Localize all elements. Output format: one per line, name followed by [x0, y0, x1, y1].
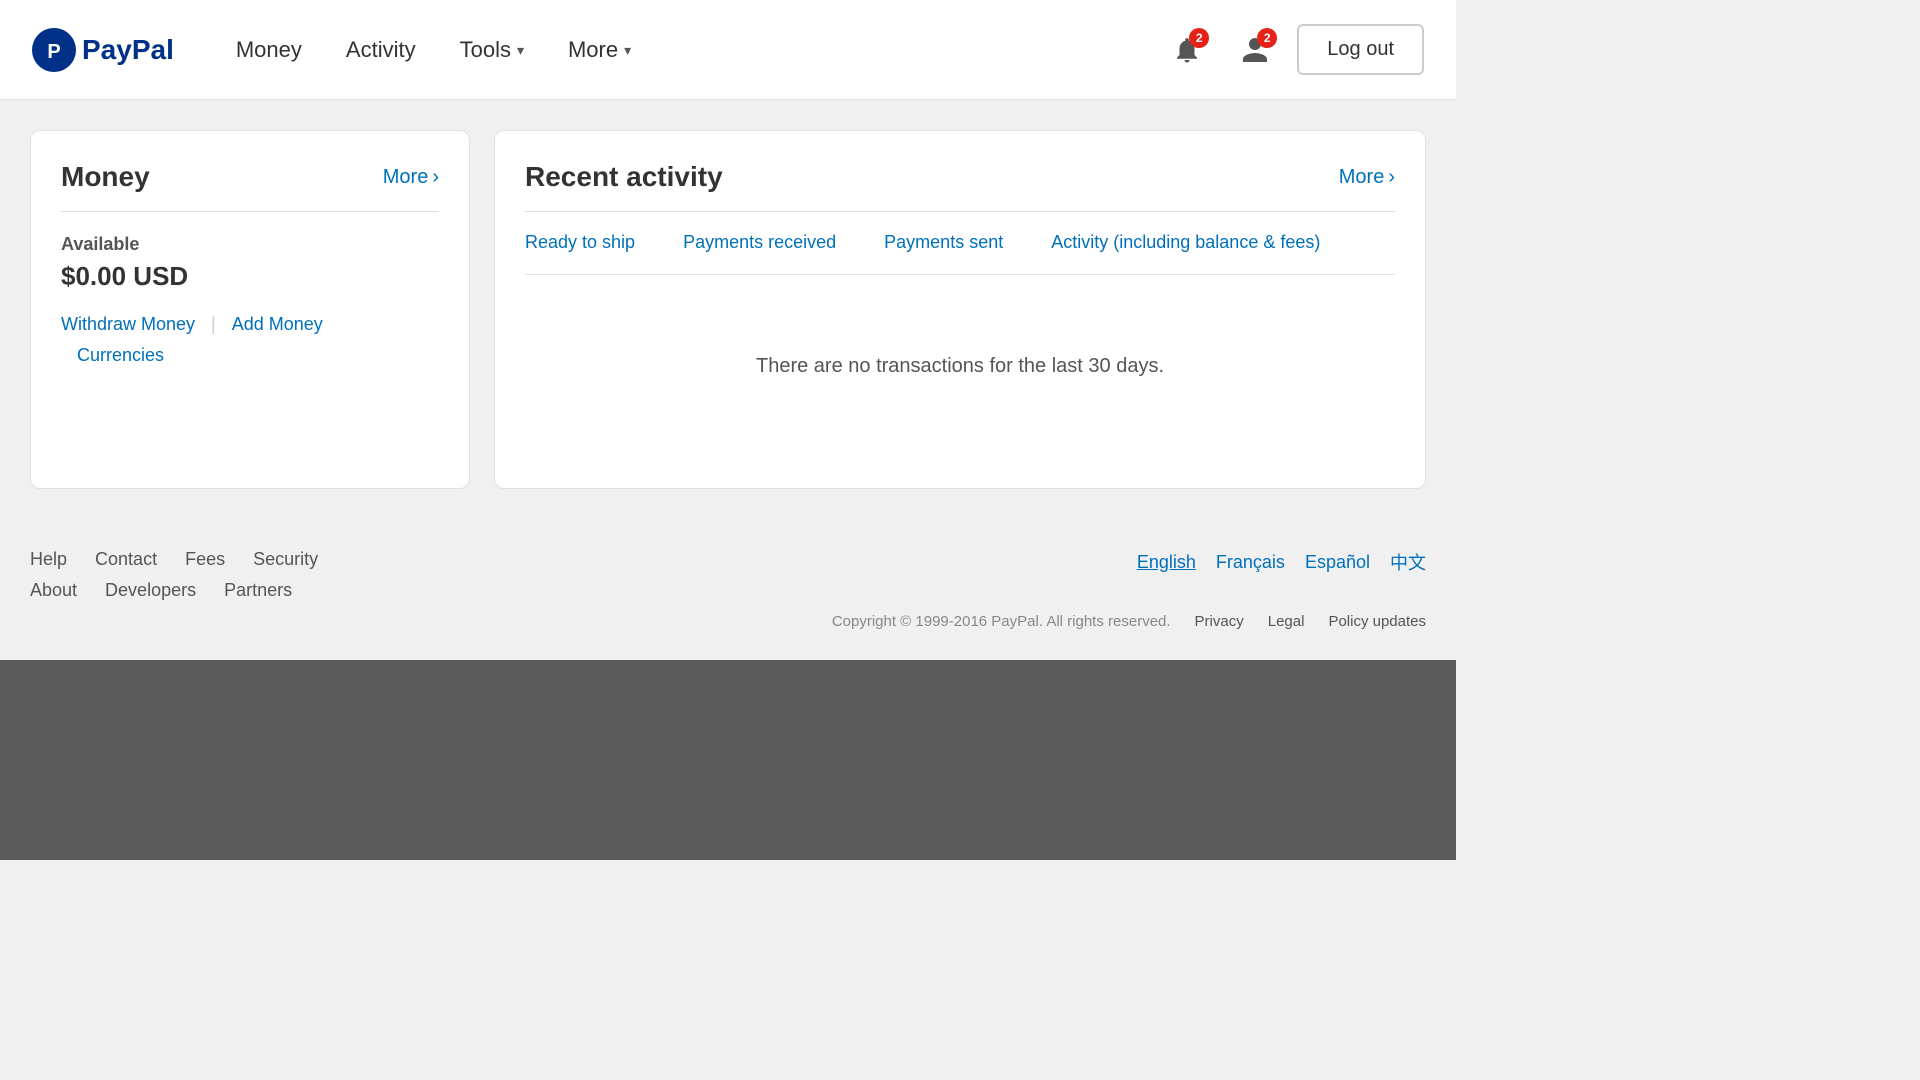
footer-about-link[interactable]: About [30, 580, 77, 601]
currencies-link[interactable]: Currencies [77, 345, 164, 365]
profile-button[interactable]: 2 [1229, 24, 1281, 76]
activity-title: Recent activity [525, 161, 723, 193]
footer-language-selector: English Français Español 中文 [1137, 549, 1426, 575]
lang-spanish[interactable]: Español [1305, 552, 1370, 573]
footer-links-left: Help Contact Fees Security About Develop… [30, 549, 318, 601]
activity-more-link[interactable]: More › [1339, 166, 1395, 189]
header-right: 2 2 Log out [1161, 24, 1424, 76]
activity-card-header: Recent activity More › [525, 161, 1395, 212]
footer-top: Help Contact Fees Security About Develop… [30, 549, 1426, 601]
nav-more[interactable]: More ▾ [546, 0, 653, 100]
tab-activity-all[interactable]: Activity (including balance & fees) [1027, 212, 1344, 274]
add-money-link[interactable]: Add Money [232, 314, 323, 335]
money-card-header: Money More › [61, 161, 439, 212]
logo-area: P PayPal [32, 28, 174, 72]
tools-chevron-icon: ▾ [517, 0, 524, 100]
footer-fees-link[interactable]: Fees [185, 549, 225, 570]
lang-english[interactable]: English [1137, 552, 1196, 573]
lang-french[interactable]: Français [1216, 552, 1285, 573]
paypal-logo-icon: P [32, 28, 76, 72]
nav-money[interactable]: Money [214, 0, 324, 100]
tab-payments-received[interactable]: Payments received [659, 212, 860, 274]
profile-badge: 2 [1257, 28, 1277, 48]
notifications-button[interactable]: 2 [1161, 24, 1213, 76]
logo-text: PayPal [82, 34, 174, 66]
footer-policy-link[interactable]: Policy updates [1328, 613, 1426, 630]
tab-ready-to-ship[interactable]: Ready to ship [525, 212, 659, 274]
footer-developers-link[interactable]: Developers [105, 580, 196, 601]
activity-more-chevron-icon: › [1388, 166, 1395, 189]
footer-row-2: About Developers Partners [30, 580, 318, 601]
footer-copyright: Copyright © 1999-2016 PayPal. All rights… [30, 613, 1426, 630]
actions-separator: | [211, 314, 216, 335]
nav-activity[interactable]: Activity [324, 0, 438, 100]
money-actions: Withdraw Money | Add Money [61, 314, 439, 335]
more-chevron-icon: ▾ [624, 0, 631, 100]
main-nav: Money Activity Tools ▾ More ▾ [214, 0, 1161, 100]
footer-row-1: Help Contact Fees Security [30, 549, 318, 570]
bottom-bar [0, 660, 1456, 860]
money-more-link[interactable]: More › [383, 166, 439, 189]
money-title: Money [61, 161, 150, 193]
no-transactions-message: There are no transactions for the last 3… [525, 275, 1395, 458]
withdraw-money-link[interactable]: Withdraw Money [61, 314, 195, 335]
activity-card: Recent activity More › Ready to ship Pay… [494, 130, 1426, 489]
footer-security-link[interactable]: Security [253, 549, 318, 570]
footer-partners-link[interactable]: Partners [224, 580, 292, 601]
lang-chinese[interactable]: 中文 [1390, 549, 1426, 575]
available-label: Available [61, 234, 439, 255]
main-content: Money More › Available $0.00 USD Withdra… [0, 100, 1456, 519]
notification-badge: 2 [1189, 28, 1209, 48]
money-more-chevron-icon: › [432, 166, 439, 189]
nav-tools[interactable]: Tools ▾ [438, 0, 546, 100]
footer-help-link[interactable]: Help [30, 549, 67, 570]
footer-legal-link[interactable]: Legal [1268, 613, 1305, 630]
site-footer: Help Contact Fees Security About Develop… [0, 519, 1456, 660]
site-header: P PayPal Money Activity Tools ▾ More ▾ 2… [0, 0, 1456, 100]
svg-text:P: P [47, 41, 60, 63]
footer-privacy-link[interactable]: Privacy [1195, 613, 1244, 630]
footer-contact-link[interactable]: Contact [95, 549, 157, 570]
paypal-logo[interactable]: P PayPal [32, 28, 174, 72]
balance-amount: $0.00 USD [61, 261, 439, 292]
logout-button[interactable]: Log out [1297, 24, 1424, 75]
activity-tabs: Ready to ship Payments received Payments… [525, 212, 1395, 275]
copyright-text: Copyright © 1999-2016 PayPal. All rights… [832, 613, 1171, 630]
tab-payments-sent[interactable]: Payments sent [860, 212, 1027, 274]
money-card: Money More › Available $0.00 USD Withdra… [30, 130, 470, 489]
